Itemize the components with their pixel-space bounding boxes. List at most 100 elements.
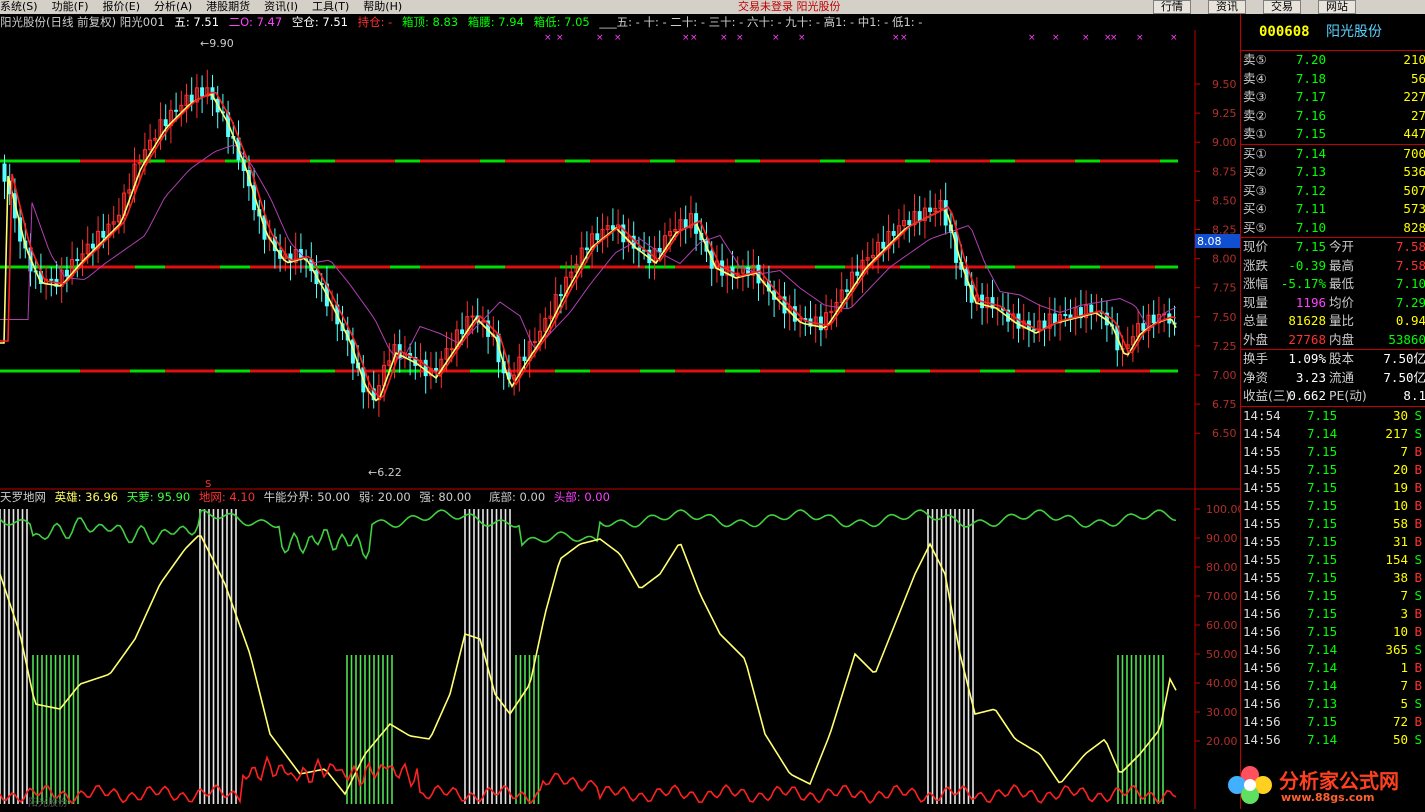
stock-code: 000608: [1259, 24, 1310, 40]
website-tab-button[interactable]: 网站: [1318, 0, 1356, 14]
info-tab-button[interactable]: 资讯: [1208, 0, 1246, 14]
tick-time: 14:55: [1243, 569, 1281, 585]
candle-body: [49, 278, 54, 281]
watermark-url: www.88gs.com: [1281, 791, 1375, 804]
tick-row[interactable]: 14:56 7.14 50 S: [1241, 731, 1425, 749]
candle-body: [64, 269, 69, 277]
buy-level-label: 买①: [1243, 145, 1267, 161]
buy-order-book: 买① 7.14 700 买② 7.13 536 买③ 7.12 507 买④ 7.11 573 买⑤ 7.…: [1241, 145, 1425, 238]
sell-level-row[interactable]: 卖② 7.16 27: [1241, 107, 1425, 126]
tick-row[interactable]: 14:55 7.15 58 B: [1241, 515, 1425, 533]
tick-row[interactable]: 14:56 7.14 7 B: [1241, 677, 1425, 695]
tick-row[interactable]: 14:55 7.15 20 B: [1241, 461, 1425, 479]
stat-label: 总量: [1243, 313, 1269, 328]
sell-level-volume: 227: [1403, 89, 1425, 104]
tick-row[interactable]: 14:56 7.14 365 S: [1241, 641, 1425, 659]
login-status: 交易未登录 阳光股份: [738, 0, 841, 13]
menu-item-1[interactable]: 功能(F): [52, 0, 89, 13]
watermark: 分析家公式网 www.88gs.com: [1223, 761, 1423, 809]
tick-side: B: [1414, 569, 1422, 585]
sell-level-row[interactable]: 卖⑤ 7.20 210: [1241, 51, 1425, 70]
tick-list[interactable]: 14:54 7.15 30 S 14:54 7.14 217 S 14:55 7.15 7 B 14:5…: [1241, 407, 1425, 749]
sell-level-price: 7.17: [1295, 89, 1326, 104]
buy-level-row[interactable]: 买④ 7.11 573: [1241, 200, 1425, 219]
watermark-title: 分析家公式网: [1279, 769, 1399, 793]
stat-row: 外盘 27768 内盘 53860: [1241, 331, 1425, 350]
buy-level-row[interactable]: 买⑤ 7.10 828: [1241, 219, 1425, 238]
menu-item-3[interactable]: 分析(A): [154, 0, 192, 13]
tick-row[interactable]: 14:55 7.15 10 B: [1241, 497, 1425, 515]
sell-level-row[interactable]: 卖③ 7.17 227: [1241, 88, 1425, 107]
tick-side: B: [1414, 443, 1422, 459]
kline-svg[interactable]: 阳光股份(日线 前复权) 阳光001 五: 7.51 二O: 7.47 空仓: …: [0, 14, 1245, 809]
tick-row[interactable]: 14:55 7.15 31 B: [1241, 533, 1425, 551]
sell-level-row[interactable]: 卖① 7.15 447: [1241, 125, 1425, 144]
menu-item-4[interactable]: 港股期货: [206, 0, 250, 13]
y-tick-label: 8.50: [1212, 194, 1237, 207]
tick-row[interactable]: 14:56 7.15 3 B: [1241, 605, 1425, 623]
buy-level-price: 7.14: [1295, 145, 1326, 161]
box-low-value: 箱低: 7.05: [534, 15, 590, 29]
quote-panel: 000608 阳光股份 卖⑤ 7.20 210 卖④ 7.18 56 卖③ 7.17 227 卖②…: [1240, 14, 1425, 809]
signal-x-marker: ×: [1082, 33, 1090, 43]
menu-item-2[interactable]: 报价(E): [103, 0, 141, 13]
tick-time: 14:56: [1243, 641, 1281, 657]
indicator-header: 天罗地网 英雄: 36.96 天萝: 95.90 地网: 4.10 牛能分界: …: [0, 490, 610, 504]
tick-row[interactable]: 14:56 7.14 1 B: [1241, 659, 1425, 677]
quote-tab-button[interactable]: 行情: [1153, 0, 1191, 14]
stat-value: -0.39: [1288, 257, 1326, 273]
buy-level-row[interactable]: 买① 7.14 700: [1241, 145, 1425, 164]
trade-tab-button[interactable]: 交易: [1263, 0, 1301, 14]
strong-value: 强: 80.00: [419, 490, 471, 504]
earth-line: [0, 755, 1177, 805]
menu-item-6[interactable]: 工具(T): [312, 0, 349, 13]
tick-row[interactable]: 14:56 7.13 5 S: [1241, 695, 1425, 713]
fundamental-label: 换手: [1243, 351, 1269, 366]
candle-body: [1141, 323, 1146, 331]
sell-level-price: 7.20: [1295, 52, 1326, 67]
stat-row: 涨跌 -0.39 最高 7.58: [1241, 257, 1425, 276]
buy-level-row[interactable]: 买③ 7.12 507: [1241, 182, 1425, 201]
tick-row[interactable]: 14:55 7.15 38 B: [1241, 569, 1425, 587]
tick-row[interactable]: 14:55 7.15 154 S: [1241, 551, 1425, 569]
tick-volume: 7: [1400, 443, 1408, 459]
tick-row[interactable]: 14:56 7.15 7 S: [1241, 587, 1425, 605]
tick-row[interactable]: 14:54 7.15 30 S: [1241, 407, 1425, 425]
empty-position-value: 空仓: 7.51: [292, 15, 348, 29]
tick-row[interactable]: 14:56 7.15 10 B: [1241, 623, 1425, 641]
menu-item-5[interactable]: 资讯(I): [264, 0, 298, 13]
tick-volume: 217: [1385, 425, 1408, 441]
weak-value: 弱: 20.00: [359, 490, 411, 504]
signal-x-marker: ×: [798, 33, 806, 43]
candle-body: [101, 230, 106, 238]
buy-level-row[interactable]: 买② 7.13 536: [1241, 163, 1425, 182]
candle-body: [423, 359, 428, 377]
tick-row[interactable]: 14:55 7.15 7 B: [1241, 443, 1425, 461]
tick-row[interactable]: 14:55 7.15 19 B: [1241, 479, 1425, 497]
chart-area[interactable]: 阳光股份(日线 前复权) 阳光001 五: 7.51 二O: 7.47 空仓: …: [0, 14, 1245, 809]
tick-row[interactable]: 14:54 7.14 217 S: [1241, 425, 1425, 443]
tick-price: 7.15: [1307, 623, 1338, 639]
candle-body: [891, 231, 896, 236]
signal-x-marker: ×: [1136, 33, 1144, 43]
menu-item-7[interactable]: 帮助(H): [363, 0, 402, 13]
candle-body: [1068, 314, 1073, 319]
tick-row[interactable]: 14:56 7.15 72 B: [1241, 713, 1425, 731]
candle-body: [200, 87, 205, 97]
tick-volume: 7: [1400, 677, 1408, 693]
bottom-value: 底部: 0.00: [489, 490, 545, 504]
candle-body: [470, 315, 475, 318]
sell-level-row[interactable]: 卖④ 7.18 56: [1241, 70, 1425, 89]
menu-item-0[interactable]: 系统(S): [0, 0, 38, 13]
signal-x-marker: ×: [1110, 33, 1118, 43]
tick-volume: 58: [1392, 515, 1408, 531]
tick-price: 7.15: [1307, 479, 1338, 495]
candle-body: [460, 329, 465, 335]
ma-line-list: ___五: - 十: - 二十: - 三十: - 六十: - 九十: - 高1:…: [598, 15, 922, 29]
ma-red-line: [0, 91, 1177, 400]
stat-value: -5.17%: [1280, 276, 1326, 291]
stat-value-2: 0.94: [1395, 313, 1425, 328]
signal-x-marker: ×: [1052, 33, 1060, 43]
signal-x-marker: ×: [556, 33, 564, 43]
sell-level-volume: 27: [1410, 107, 1425, 123]
